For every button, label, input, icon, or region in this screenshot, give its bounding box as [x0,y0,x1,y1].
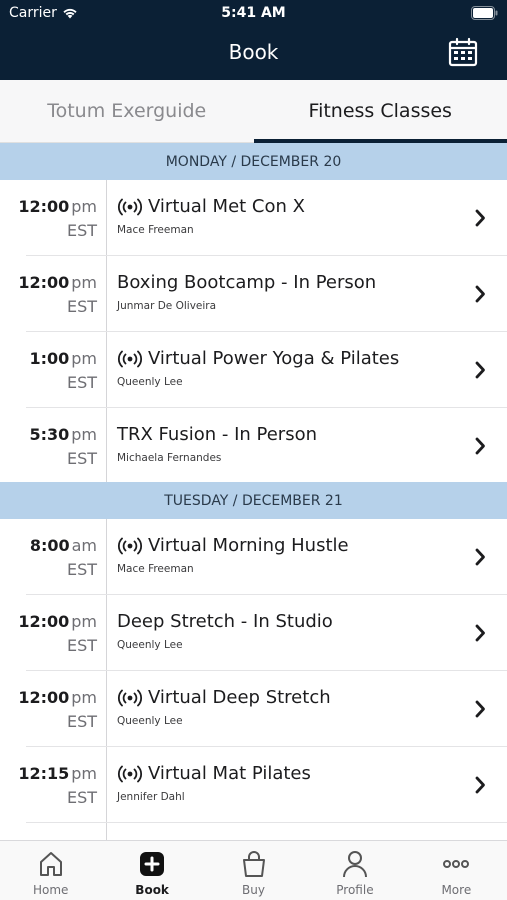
calendar-icon[interactable] [447,36,479,68]
app-header: Carrier 5:41 AM Book [0,0,507,80]
day-label: MONDAY / DECEMBER 20 [165,153,342,170]
day-header-monday: MONDAY / DECEMBER 20 [0,143,507,180]
class-instructor: Queenly Lee [117,639,183,651]
class-row[interactable]: 12:00 pm EST Deep Stretch - In Studio Que… [0,595,507,671]
shopping-bag-icon [242,851,265,877]
class-timezone: EST [66,221,97,240]
class-time: 12:15 pm [18,764,97,783]
class-time: 8:00 am [29,536,97,555]
class-time: 5:30 pm [29,425,97,444]
tab-totum-exerguide[interactable]: Totum Exerguide [0,80,254,142]
person-icon [342,851,367,878]
more-dots-icon [443,860,470,868]
tab-fitness-classes[interactable]: Fitness Classes [253,80,507,143]
class-title: TRX Fusion - In Person [117,424,317,445]
tab-bar-more[interactable]: More [406,841,507,900]
live-stream-icon [118,765,142,782]
class-timezone: EST [66,788,97,807]
live-stream-icon [118,689,142,706]
class-timezone: EST [66,560,97,579]
class-instructor: Michaela Fernandes [117,452,222,464]
tab-bar-label: More [441,883,472,897]
tab-label: Totum Exerguide [47,100,207,122]
class-timezone: EST [66,712,97,731]
day-label: TUESDAY / DECEMBER 21 [164,492,343,509]
tab-bar-book[interactable]: Book [101,841,202,900]
live-stream-icon [118,350,142,367]
live-stream-icon [118,198,142,215]
tab-bar-label: Buy [242,883,265,897]
tab-bar-label: Profile [336,883,374,897]
class-instructor: Mace Freeman [117,563,194,575]
class-timezone: EST [66,449,97,468]
battery-icon [471,6,498,20]
tab-bar-buy[interactable]: Buy [203,841,304,900]
class-instructor: Mace Freeman [117,224,194,236]
class-instructor: Junmar De Oliveira [117,300,217,312]
chevron-right-icon [475,548,485,566]
class-row[interactable]: 1:00 pm EST Virtual Power Yoga & Pilates … [0,332,507,408]
class-title: Virtual Power Yoga & Pilates [117,348,399,369]
chevron-right-icon [475,285,485,303]
chevron-right-icon [475,700,485,718]
segment-tabs: Totum Exerguide Fitness Classes [0,80,507,143]
class-row[interactable]: 8:00 am EST Virtual Morning Hustle Mace F… [0,519,507,595]
class-time: 12:00 pm [18,273,97,292]
status-time: 5:41 AM [221,5,286,21]
class-row[interactable]: 12:15 pm EST Virtual Mat Pilates Jennifer… [0,747,507,823]
class-row[interactable]: 12:00 pm EST Virtual Deep Stretch Queenly… [0,671,507,747]
class-title: Virtual Mat Pilates [117,763,311,784]
tab-label: Fitness Classes [308,100,452,122]
class-row[interactable]: 5:30 pm EST TRX Fusion - In Person Michae… [0,408,507,484]
class-timezone: EST [66,636,97,655]
chevron-right-icon [475,209,485,227]
class-title: Boxing Bootcamp - In Person [117,272,377,293]
chevron-right-icon [475,776,485,794]
class-instructor: Queenly Lee [117,715,183,727]
class-timezone: EST [66,373,97,392]
chevron-right-icon [475,361,485,379]
bottom-tab-bar: Home Book Buy Profile More [0,840,507,900]
class-instructor: Jennifer Dahl [117,791,185,803]
class-title: Deep Stretch - In Studio [117,611,333,632]
class-title: Virtual Deep Stretch [117,687,331,708]
class-timezone: EST [66,297,97,316]
tab-bar-profile[interactable]: Profile [304,841,405,900]
tab-bar-label: Book [135,883,169,897]
chevron-right-icon [475,624,485,642]
status-bar: Carrier 5:41 AM [0,0,507,28]
plus-square-icon [140,852,165,876]
class-row[interactable]: 12:00 pm EST Boxing Bootcamp - In Person … [0,256,507,332]
tab-bar-label: Home [32,883,69,897]
class-time: 12:00 pm [18,197,97,216]
class-time: 1:00 pm [29,349,97,368]
page-title: Book [228,40,279,64]
class-row[interactable]: 12:00 pm EST Virtual Met Con X Mace Freem… [0,180,507,256]
chevron-right-icon [475,437,485,455]
class-time: 12:00 pm [18,612,97,631]
class-time: 12:00 pm [18,688,97,707]
tab-bar-home[interactable]: Home [0,841,101,900]
class-title: Virtual Met Con X [117,196,305,217]
class-instructor: Queenly Lee [117,376,183,388]
live-stream-icon [118,537,142,554]
day-header-tuesday: TUESDAY / DECEMBER 21 [0,482,507,519]
home-icon [39,852,62,876]
class-title: Virtual Morning Hustle [117,535,349,556]
